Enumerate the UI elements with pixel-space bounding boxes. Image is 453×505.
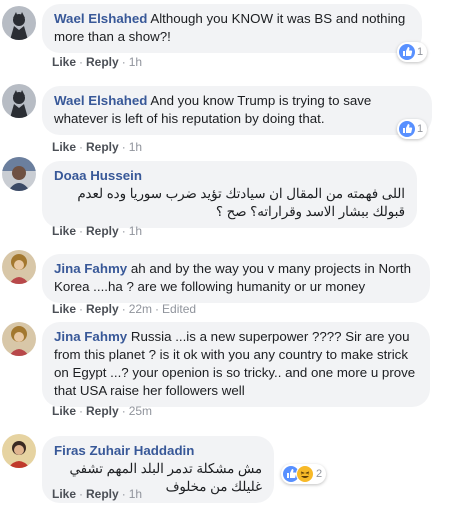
thumbs-up-icon <box>399 44 415 60</box>
comment: Wael Elshahed Although you KNOW it was B… <box>0 0 453 72</box>
comment-author[interactable]: Firas Zuhair Haddadin <box>54 443 194 458</box>
comment-bubble: Jina Fahmy ah and by the way you v many … <box>42 254 430 303</box>
reply-link[interactable]: Reply <box>86 404 119 418</box>
comment-bubble: Wael Elshahed Although you KNOW it was B… <box>42 4 422 53</box>
like-link[interactable]: Like <box>52 302 76 316</box>
comment-actions: Like · Reply · 1h <box>52 140 143 154</box>
thumbs-up-icon <box>399 121 415 137</box>
reaction-count: 1 <box>417 46 424 58</box>
comment-timestamp[interactable]: 22m <box>129 302 152 316</box>
reaction-summary[interactable]: 1 <box>397 119 428 139</box>
reply-link[interactable]: Reply <box>86 140 119 154</box>
comment: Jina Fahmy Russia ...is a new superpower… <box>0 322 453 432</box>
comment: Wael Elshahed And you know Trump is tryi… <box>0 80 453 154</box>
like-link[interactable]: Like <box>52 140 76 154</box>
reaction-summary[interactable]: 1 <box>397 42 428 62</box>
laughing-face-icon <box>296 465 314 483</box>
comment-text: اللى فهمته من المقال ان سيادتك تؤيد ضرب … <box>77 186 405 219</box>
like-link[interactable]: Like <box>52 404 76 418</box>
like-link[interactable]: Like <box>52 224 76 238</box>
comment-actions: Like · Reply · 22m · Edited <box>52 302 197 316</box>
avatar[interactable] <box>2 250 36 284</box>
like-link[interactable]: Like <box>52 487 76 501</box>
reply-link[interactable]: Reply <box>86 487 119 501</box>
comment: Firas Zuhair Haddadin مش مشكلة تدمر البل… <box>0 434 453 505</box>
comment-actions: Like · Reply · 1h <box>52 487 143 501</box>
avatar[interactable] <box>2 322 36 356</box>
comment: Jina Fahmy ah and by the way you v many … <box>0 250 453 320</box>
avatar[interactable] <box>2 434 36 468</box>
like-link[interactable]: Like <box>52 55 76 69</box>
comment-timestamp[interactable]: 1h <box>129 140 142 154</box>
comment-timestamp[interactable]: 1h <box>129 224 142 238</box>
comment: Doaa Hussein اللى فهمته من المقال ان سيا… <box>0 157 453 242</box>
comment-author[interactable]: Wael Elshahed <box>54 11 147 26</box>
comment-timestamp[interactable]: 1h <box>129 487 142 501</box>
comment-timestamp[interactable]: 25m <box>129 404 152 418</box>
reaction-summary[interactable]: 2 <box>281 464 327 484</box>
comment-author[interactable]: Doaa Hussein <box>54 168 142 183</box>
reply-link[interactable]: Reply <box>86 302 119 316</box>
comment-bubble: Doaa Hussein اللى فهمته من المقال ان سيا… <box>42 161 417 228</box>
reply-link[interactable]: Reply <box>86 55 119 69</box>
reaction-count: 2 <box>316 468 323 480</box>
comment-author[interactable]: Wael Elshahed <box>54 93 147 108</box>
avatar[interactable] <box>2 157 36 191</box>
reply-link[interactable]: Reply <box>86 224 119 238</box>
comment-timestamp[interactable]: 1h <box>129 55 142 69</box>
comment-bubble: Wael Elshahed And you know Trump is tryi… <box>42 86 432 135</box>
comment-actions: Like · Reply · 1h <box>52 55 143 69</box>
reaction-count: 1 <box>417 123 424 135</box>
avatar[interactable] <box>2 84 36 118</box>
edited-label[interactable]: Edited <box>162 302 196 316</box>
comment-author[interactable]: Jina Fahmy <box>54 329 127 344</box>
comment-author[interactable]: Jina Fahmy <box>54 261 127 276</box>
comment-actions: Like · Reply · 1h <box>52 224 143 238</box>
comment-bubble: Jina Fahmy Russia ...is a new superpower… <box>42 322 430 407</box>
avatar[interactable] <box>2 6 36 40</box>
comment-actions: Like · Reply · 25m <box>52 404 153 418</box>
